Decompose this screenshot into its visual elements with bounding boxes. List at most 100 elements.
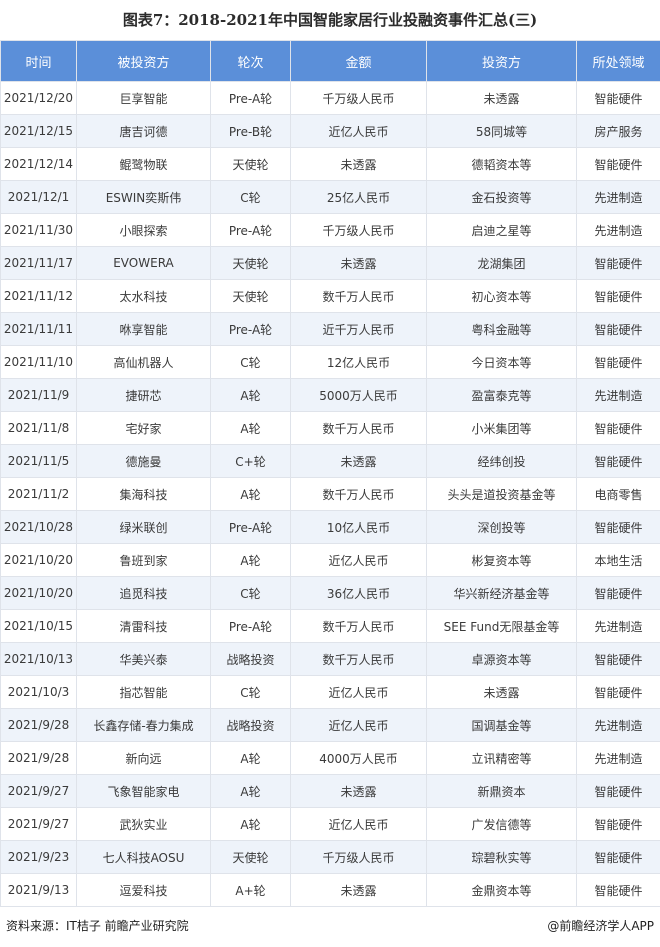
table-cell: C轮 [210,180,291,214]
column-header: 时间 [0,40,77,82]
table-cell: 太水科技 [76,279,211,313]
table-row: 2021/9/28 长鑫存储-春力集成 战略投资 近亿人民币 国调基金等 先进制造 [0,708,660,742]
table-cell: 数千万人民币 [290,642,427,676]
table-cell: 房产服务 [576,114,660,148]
table-cell: 5000万人民币 [290,378,427,412]
table-cell: 智能硬件 [576,345,660,379]
table-cell: 立讯精密等 [426,741,577,775]
table-cell: C轮 [210,675,291,709]
table-cell: 未透露 [426,675,577,709]
table-row: 2021/11/11 咻享智能 Pre-A轮 近千万人民币 粤科金融等 智能硬件 [0,312,660,346]
table-cell: 数千万人民币 [290,279,427,313]
table-cell: A轮 [210,741,291,775]
table-cell: 德韬资本等 [426,147,577,181]
table-row: 2021/11/5 德施曼 C+轮 未透露 经纬创投 智能硬件 [0,444,660,478]
table-cell: 电商零售 [576,477,660,511]
table-cell: 2021/10/13 [0,642,77,676]
table-cell: 先进制造 [576,708,660,742]
table-cell: Pre-A轮 [210,609,291,643]
table-cell: 逗爱科技 [76,873,211,907]
table-cell: 2021/10/3 [0,675,77,709]
table-cell: 近亿人民币 [290,543,427,577]
table-row: 2021/10/3 指芯智能 C轮 近亿人民币 未透露 智能硬件 [0,675,660,709]
table-cell: 先进制造 [576,609,660,643]
table-cell: 未透露 [290,246,427,280]
table-cell: 2021/9/28 [0,741,77,775]
table-cell: A轮 [210,411,291,445]
table-cell: A轮 [210,807,291,841]
table-cell: 经纬创投 [426,444,577,478]
table-cell: 天使轮 [210,840,291,874]
table-cell: 58同城等 [426,114,577,148]
table-cell: 2021/11/10 [0,345,77,379]
table-cell: 追觅科技 [76,576,211,610]
table-cell: 2021/11/9 [0,378,77,412]
table-cell: 未透露 [290,774,427,808]
table-cell: 粤科金融等 [426,312,577,346]
table-cell: 未透露 [290,444,427,478]
table-cell: 先进制造 [576,180,660,214]
table-cell: 盈富泰克等 [426,378,577,412]
table-cell: A轮 [210,543,291,577]
table-body: 2021/12/20 巨享智能 Pre-A轮 千万级人民币 未透露 智能硬件 2021/12… [0,81,660,907]
table-cell: 2021/11/2 [0,477,77,511]
table-cell: 智能硬件 [576,576,660,610]
table-cell: 12亿人民币 [290,345,427,379]
table-row: 2021/9/13 逗爱科技 A+轮 未透露 金鼎资本等 智能硬件 [0,873,660,907]
table-cell: 长鑫存储-春力集成 [76,708,211,742]
table-cell: Pre-B轮 [210,114,291,148]
table-cell: 25亿人民币 [290,180,427,214]
table-cell: A轮 [210,477,291,511]
table-cell: 2021/12/1 [0,180,77,214]
table-cell: 千万级人民币 [290,81,427,115]
table-cell: 天使轮 [210,147,291,181]
table-cell: 千万级人民币 [290,840,427,874]
table-cell: 36亿人民币 [290,576,427,610]
table-cell: 德施曼 [76,444,211,478]
table-cell: 战略投资 [210,708,291,742]
table-cell: 智能硬件 [576,246,660,280]
table-cell: 鲲鹭物联 [76,147,211,181]
table-row: 2021/9/27 武狄实业 A轮 近亿人民币 广发信德等 智能硬件 [0,807,660,841]
table-cell: 2021/11/12 [0,279,77,313]
table-cell: 深创投等 [426,510,577,544]
table-cell: 先进制造 [576,213,660,247]
table-cell: 初心资本等 [426,279,577,313]
table-row: 2021/10/20 鲁班到家 A轮 近亿人民币 彬复资本等 本地生活 [0,543,660,577]
table-cell: 2021/12/14 [0,147,77,181]
table-cell: EVOWERA [76,246,211,280]
table-row: 2021/10/15 清雷科技 Pre-A轮 数千万人民币 SEE Fund无限基金等先… [0,609,660,643]
table-cell: C轮 [210,345,291,379]
table-cell: 智能硬件 [576,81,660,115]
table-cell: 金鼎资本等 [426,873,577,907]
table-row: 2021/9/27 飞象智能家电 A轮 未透露 新鼎资本 智能硬件 [0,774,660,808]
table-cell: Pre-A轮 [210,312,291,346]
table-cell: 天使轮 [210,279,291,313]
table-cell: 智能硬件 [576,312,660,346]
table-row: 2021/12/1 ESWIN奕斯伟 C轮 25亿人民币 金石投资等 先进制造 [0,180,660,214]
table-cell: 金石投资等 [426,180,577,214]
table-row: 2021/11/9 捷研芯 A轮 5000万人民币 盈富泰克等 先进制造 [0,378,660,412]
source-note: 资料来源：IT桔子 前瞻产业研究院 [6,918,189,933]
table-cell: 琮碧秋实等 [426,840,577,874]
table-cell: 2021/9/23 [0,840,77,874]
table-header: 时间 被投资方 轮次 金额 投资方 所处领域 [0,40,660,82]
table-cell: 智能硬件 [576,675,660,709]
table-row: 2021/10/28 绿米联创 Pre-A轮 10亿人民币 深创投等 智能硬件 [0,510,660,544]
footer: 资料来源：IT桔子 前瞻产业研究院 @前瞻经济学人APP [0,907,660,943]
table-cell: 头头是道投资基金等 [426,477,577,511]
table-row: 2021/11/2 集海科技 A轮 数千万人民币 头头是道投资基金等 电商零售 [0,477,660,511]
table-cell: 鲁班到家 [76,543,211,577]
table-row: 2021/12/15 唐吉诃德 Pre-B轮 近亿人民币 58同城等 房产服务 [0,114,660,148]
table-row: 2021/12/14 鲲鹭物联 天使轮 未透露 德韬资本等 智能硬件 [0,147,660,181]
table-cell: 龙湖集团 [426,246,577,280]
table-cell: 智能硬件 [576,147,660,181]
table-cell: 华兴新经济基金等 [426,576,577,610]
table-row: 2021/9/28 新向远 A轮 4000万人民币 立讯精密等 先进制造 [0,741,660,775]
table-cell: 战略投资 [210,642,291,676]
table-cell: 飞象智能家电 [76,774,211,808]
table-cell: 智能硬件 [576,444,660,478]
table-cell: 2021/12/20 [0,81,77,115]
table-cell: 数千万人民币 [290,411,427,445]
table-cell: 2021/9/27 [0,774,77,808]
